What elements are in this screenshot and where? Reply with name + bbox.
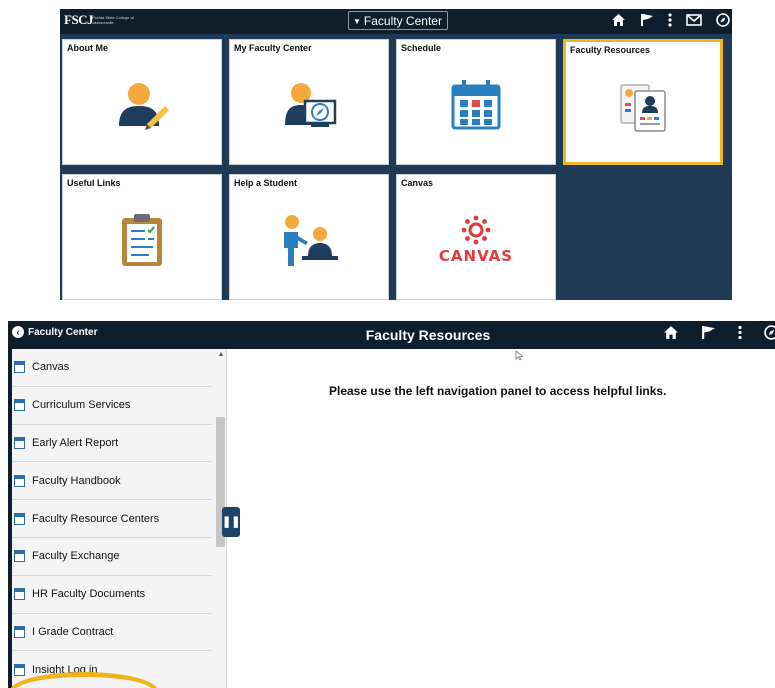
document-icon (14, 512, 25, 525)
nav-item-label: Curriculum Services (32, 399, 131, 412)
tile-label: Faculty Resources (570, 45, 651, 55)
document-icon (14, 625, 25, 638)
page-header: ‹ Faculty Center Faculty Resources (8, 321, 775, 349)
nav-item-label: Canvas (32, 361, 70, 374)
faculty-resources-screenshot: ‹ Faculty Center Faculty Resources Canva… (8, 321, 775, 688)
nav-list: Canvas Curriculum Services Early Alert R… (12, 349, 212, 688)
nav-item-hr-faculty-documents[interactable]: HR Faculty Documents (12, 576, 212, 614)
homepage-header: FSCJ Florida State College at Jacksonvil… (60, 9, 732, 34)
tile-canvas[interactable]: Canvas CANVAS (396, 174, 556, 300)
more-vertical-icon[interactable] (668, 12, 672, 31)
nav-item-label: Faculty Resource Centers (32, 512, 160, 525)
nav-item-early-alert-report[interactable]: Early Alert Report (12, 425, 212, 463)
tile-useful-links[interactable]: Useful Links (62, 174, 222, 300)
tile-label: Canvas (401, 178, 434, 188)
home-icon[interactable] (611, 13, 626, 31)
tile-faculty-resources[interactable]: Faculty Resources (563, 39, 723, 165)
help-student-icon (230, 205, 388, 275)
back-button-label: Faculty Center (28, 326, 98, 338)
homepage-screenshot: FSCJ Florida State College at Jacksonvil… (60, 9, 732, 300)
resources-icon (566, 72, 720, 142)
nav-item-label: Faculty Handbook (32, 474, 121, 487)
document-icon (14, 474, 25, 487)
nav-item-faculty-exchange[interactable]: Faculty Exchange (12, 538, 212, 576)
page-title: Faculty Resources (365, 327, 491, 343)
canvas-logo: CANVAS (397, 205, 555, 275)
collapse-panel-button[interactable]: ❚❚ (222, 507, 240, 537)
nav-item-label: I Grade Contract (32, 625, 114, 638)
person-compass-icon (230, 70, 388, 140)
mouse-cursor-icon (515, 348, 524, 361)
homepage-selector[interactable]: ▼ Faculty Center (348, 11, 448, 30)
nav-item-i-grade-contract[interactable]: I Grade Contract (12, 614, 212, 652)
fscj-logo[interactable]: FSCJ (64, 12, 94, 28)
tile-label: Schedule (401, 43, 442, 53)
flag-icon[interactable] (701, 325, 716, 345)
home-icon[interactable] (663, 325, 679, 345)
nav-item-label: Faculty Exchange (32, 550, 120, 563)
tile-label: My Faculty Center (234, 43, 312, 53)
nav-item-faculty-handbook[interactable]: Faculty Handbook (12, 462, 212, 501)
navbar-icon[interactable] (716, 12, 730, 31)
tile-about-me[interactable]: About Me (62, 39, 222, 165)
document-icon (14, 550, 25, 563)
clipboard-icon (63, 205, 221, 275)
tile-label: Useful Links (67, 178, 121, 188)
tile-label: Help a Student (234, 178, 298, 188)
document-icon (14, 588, 25, 601)
main-message: Please use the left navigation panel to … (329, 384, 667, 398)
scroll-up-icon[interactable]: ▲ (216, 351, 226, 358)
more-vertical-icon[interactable] (738, 325, 742, 345)
back-arrow-icon: ‹ (12, 326, 24, 338)
tile-schedule[interactable]: Schedule (396, 39, 556, 165)
canvas-icon (461, 215, 491, 245)
nav-item-curriculum-services[interactable]: Curriculum Services (12, 387, 212, 425)
fscj-logo-subtitle: Florida State College at Jacksonville (92, 15, 134, 25)
tile-label: About Me (67, 43, 108, 53)
document-icon (14, 399, 25, 412)
nav-item-canvas[interactable]: Canvas (12, 349, 212, 387)
homepage-selector-label: Faculty Center (363, 14, 442, 28)
mail-icon[interactable] (686, 13, 702, 30)
flag-icon[interactable] (640, 13, 654, 31)
pause-bars-icon: ❚❚ (222, 516, 241, 528)
header-actions (611, 9, 730, 34)
back-button[interactable]: ‹ Faculty Center (12, 326, 97, 338)
nav-item-label: HR Faculty Documents (32, 588, 146, 601)
calendar-icon (397, 70, 555, 140)
document-icon (14, 361, 25, 374)
nav-item-label: Early Alert Report (32, 436, 119, 449)
caret-down-icon: ▼ (353, 17, 361, 26)
canvas-wordmark: CANVAS (438, 247, 514, 265)
tile-my-faculty-center[interactable]: My Faculty Center (229, 39, 389, 165)
document-icon (14, 663, 25, 676)
navbar-icon[interactable] (764, 325, 775, 345)
left-navigation-panel: Canvas Curriculum Services Early Alert R… (10, 349, 227, 688)
person-edit-icon (63, 70, 221, 140)
nav-item-faculty-resource-centers[interactable]: Faculty Resource Centers (12, 500, 212, 538)
document-icon (14, 436, 25, 449)
tile-help-a-student[interactable]: Help a Student (229, 174, 389, 300)
header-actions (663, 321, 775, 349)
